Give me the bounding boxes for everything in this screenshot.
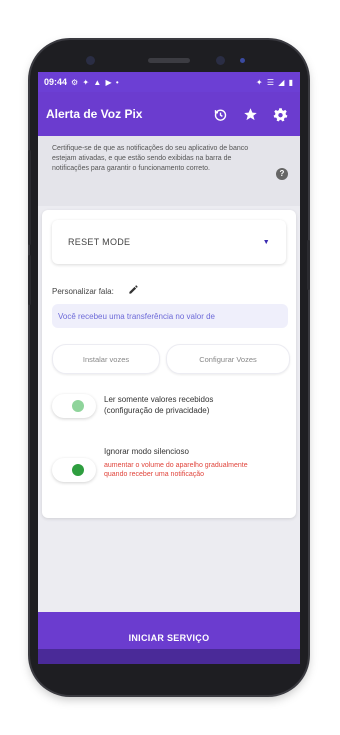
silent-mode-toggle-label: Ignorar modo silencioso [104, 447, 189, 456]
notification-notice: Certifique-se de que as notificações do … [38, 136, 300, 206]
app-bar: Alerta de Voz Pix [38, 92, 300, 136]
privacy-toggle-label: Ler somente valores recebidos (configura… [104, 395, 214, 415]
switch-knob [72, 464, 84, 476]
history-icon[interactable] [208, 102, 232, 126]
help-icon[interactable]: ? [276, 168, 288, 180]
star-icon[interactable] [238, 102, 262, 126]
settings-card: RESET MODE ▼ Personalizar fala: Instalar… [42, 210, 296, 518]
phone-side-button-left [28, 150, 31, 245]
status-icons-left: ⚙ ✦ ▲ ▶ • [71, 77, 120, 87]
silent-mode-toggle-row: Ignorar modo silencioso aumentar o volum… [52, 446, 264, 482]
install-voices-button[interactable]: Instalar vozes [52, 344, 160, 374]
app-title: Alerta de Voz Pix [46, 107, 143, 121]
privacy-toggle-switch[interactable] [52, 394, 96, 418]
speech-text-input[interactable] [52, 304, 288, 328]
status-icons-right: ✦ ☰ ◢ ▮ [255, 77, 294, 87]
silent-mode-warning: aumentar o volume do aparelho gradualmen… [104, 462, 248, 478]
mode-select[interactable]: RESET MODE ▼ [52, 220, 286, 264]
phone-side-button-left-2 [28, 255, 31, 305]
sensor [216, 56, 225, 65]
navigation-bar [38, 649, 300, 664]
gear-icon[interactable] [268, 102, 292, 126]
phone-speaker [148, 58, 190, 63]
switch-knob [72, 400, 84, 412]
personalize-label: Personalizar fala: [52, 286, 114, 296]
pencil-icon[interactable] [128, 284, 139, 298]
notice-text: Certifique-se de que as notificações do … [52, 145, 249, 172]
sensor-light [240, 58, 245, 63]
personalize-row: Personalizar fala: [52, 284, 139, 298]
front-camera [86, 56, 95, 65]
triangle-down-icon: ▼ [262, 238, 270, 246]
privacy-toggle-row: Ler somente valores recebidos (configura… [52, 394, 264, 418]
silent-mode-toggle-text: Ignorar modo silencioso aumentar o volum… [104, 446, 264, 482]
silent-mode-toggle-switch[interactable] [52, 458, 96, 482]
app-screen: 09:44 ⚙ ✦ ▲ ▶ • ✦ ☰ ◢ ▮ Alerta de Voz Pi… [38, 72, 300, 664]
configure-voices-button[interactable]: Configurar Vozes [166, 344, 290, 374]
mode-select-value: RESET MODE [68, 237, 131, 247]
status-bar: 09:44 ⚙ ✦ ▲ ▶ • ✦ ☰ ◢ ▮ [38, 72, 300, 92]
status-time: 09:44 [44, 77, 68, 87]
phone-side-button-right [307, 240, 310, 290]
